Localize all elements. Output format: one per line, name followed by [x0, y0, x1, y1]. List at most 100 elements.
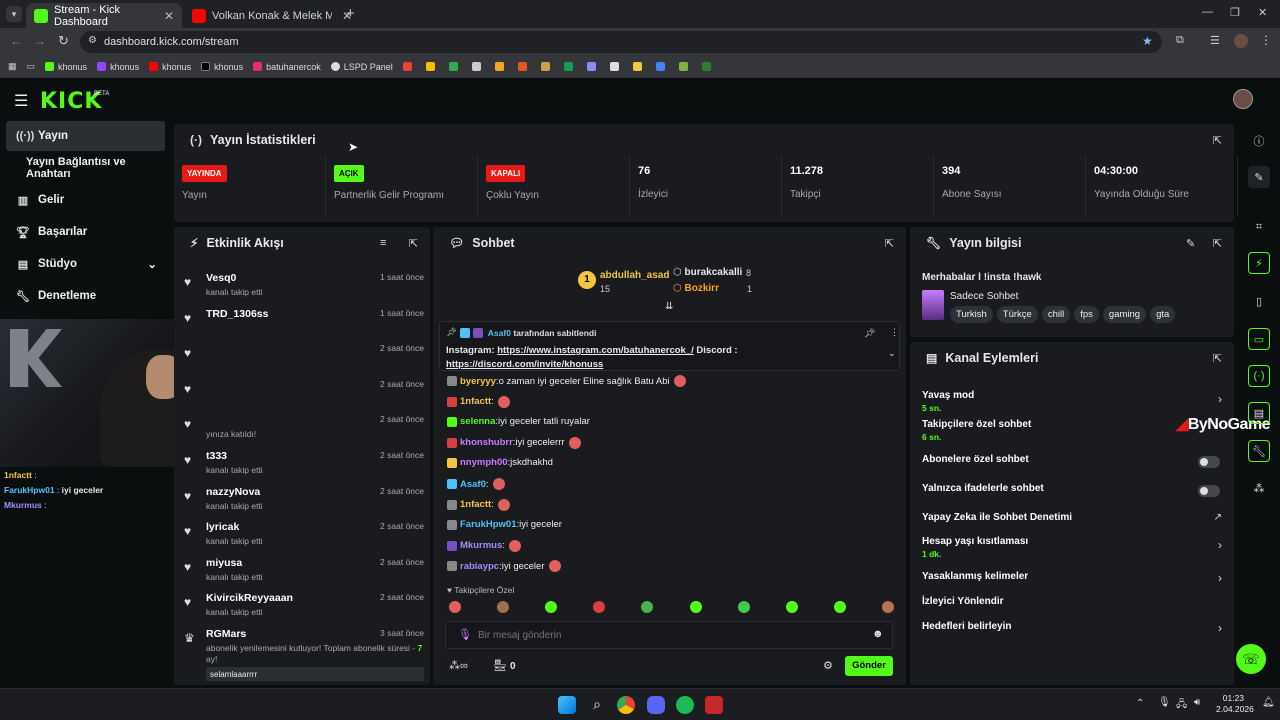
- tray-chevron-icon[interactable]: ⌃: [1136, 698, 1144, 709]
- bookmark-twitch[interactable]: khonus: [97, 62, 139, 72]
- tag-chip[interactable]: chill: [1041, 306, 1071, 323]
- action-row[interactable]: Yasaklanmış kelimeler ›: [910, 571, 1234, 595]
- collapse-pinned-icon[interactable]: ⌄: [888, 348, 896, 359]
- emote-icon[interactable]: [833, 601, 846, 613]
- filter-icon[interactable]: ≡: [380, 237, 386, 249]
- bookmark-tool-icon[interactable]: [632, 62, 646, 71]
- chat-username[interactable]: khonshubrr: [460, 437, 513, 448]
- chat-username[interactable]: selenna: [460, 416, 495, 427]
- bookmark-tool-icon[interactable]: [701, 62, 715, 71]
- profile-avatar[interactable]: [1234, 34, 1248, 48]
- back-icon[interactable]: ←: [10, 34, 22, 48]
- activity-user[interactable]: KivircikReyyaaan: [206, 592, 293, 604]
- emote-icon[interactable]: [545, 601, 558, 613]
- tab-kick-dashboard[interactable]: Stream - Kick Dashboard ✕: [26, 3, 182, 28]
- sidebar-item-stream-key[interactable]: Yayın Bağlantısı ve Anahtarı: [6, 153, 165, 183]
- url-input[interactable]: dashboard.kick.com/stream: [80, 31, 1162, 53]
- bookmark-sheets-icon[interactable]: [563, 62, 577, 71]
- chat-username[interactable]: byeryyy: [460, 376, 496, 387]
- chat-icon[interactable]: ▭: [1248, 328, 1270, 350]
- sidebar-item-studyo[interactable]: ▤ Stüdyo ⌄: [6, 249, 165, 279]
- store-icon[interactable]: 🏪︎: [493, 659, 507, 672]
- activity-user[interactable]: miyusa: [206, 557, 242, 569]
- activity-user[interactable]: Vesq0: [206, 272, 236, 284]
- volume-icon[interactable]: 🔊︎: [1194, 697, 1200, 708]
- maximize-button[interactable]: ❐: [1230, 6, 1240, 19]
- sidebar-item-basarilar[interactable]: 🏆︎ Başarılar: [6, 217, 165, 247]
- chat-username[interactable]: 1nfactt: [460, 499, 491, 510]
- bookmark-lspd[interactable]: LSPD Panel: [330, 62, 393, 72]
- action-row[interactable]: Hesap yaşı kısıtlaması 1 dk. ›: [910, 536, 1234, 560]
- screenshot-icon[interactable]: ⌗: [1248, 216, 1270, 238]
- tag-chip[interactable]: Türkçe: [996, 306, 1038, 323]
- bookmark-gmail-icon[interactable]: [448, 62, 462, 71]
- clock[interactable]: 01:23 2.04.2026: [1216, 693, 1254, 715]
- close-window-button[interactable]: ✕: [1258, 6, 1267, 19]
- document-icon[interactable]: ▯: [1248, 290, 1270, 312]
- action-row[interactable]: İzleyici Yönlendir: [910, 596, 1234, 620]
- action-row[interactable]: Yavaş mod 5 sn. ›: [910, 390, 1234, 414]
- chat-username[interactable]: Mkurmus: [460, 540, 502, 551]
- unpin-icon[interactable]: 📌︎: [864, 328, 875, 339]
- tag-chip[interactable]: gta: [1150, 306, 1176, 323]
- emote-icon[interactable]: [449, 601, 461, 613]
- reload-icon[interactable]: ↻: [58, 33, 69, 49]
- menu-icon[interactable]: ⋮: [1260, 33, 1272, 47]
- emote-icon[interactable]: [641, 601, 654, 613]
- bookmark-star-icon[interactable]: ★: [1142, 34, 1153, 48]
- discord-icon[interactable]: [647, 696, 665, 714]
- chat-username[interactable]: nnymph00: [460, 457, 508, 468]
- activity-user[interactable]: nazzyNova: [206, 486, 260, 498]
- sidebar-item-yayin[interactable]: ((·)) Yayın: [6, 121, 165, 151]
- emote-icon[interactable]: [785, 601, 798, 613]
- action-row[interactable]: Hedefleri belirleyin ›: [910, 621, 1234, 645]
- network-icon[interactable]: 🖧︎: [1176, 697, 1187, 714]
- popout-icon[interactable]: ⇱: [1213, 237, 1222, 250]
- popout-icon[interactable]: ⇱: [885, 237, 894, 250]
- popout-icon[interactable]: ⇱: [1213, 352, 1222, 365]
- bookmark-tool-icon[interactable]: [494, 62, 508, 71]
- broadcast-icon[interactable]: (·): [1248, 365, 1270, 387]
- actions-icon[interactable]: ▤: [1248, 402, 1270, 424]
- tab-list-icon[interactable]: ▾: [6, 6, 22, 22]
- folder-icon[interactable]: ▭: [27, 61, 36, 72]
- activity-user[interactable]: TRD_1306ss: [206, 308, 268, 320]
- activity-user[interactable]: lyricak: [206, 521, 239, 533]
- hamburger-menu-icon[interactable]: ☰: [14, 91, 28, 111]
- emote-icon[interactable]: [593, 601, 606, 613]
- more-icon[interactable]: ⋮: [890, 327, 899, 338]
- mic-icon[interactable]: 🎙︎: [1158, 697, 1171, 708]
- close-icon[interactable]: ✕: [164, 9, 174, 23]
- bookmark-tool-icon[interactable]: [540, 62, 554, 71]
- chat-username[interactable]: rabiaypc: [460, 561, 499, 572]
- support-icon[interactable]: ☏: [1236, 644, 1266, 674]
- wrench-icon[interactable]: 🔧︎: [1248, 440, 1270, 462]
- notifications-icon[interactable]: 🔔︎: [1262, 697, 1275, 708]
- chat-input-box[interactable]: 🎙︎ ☻: [445, 621, 893, 649]
- emoji-icon[interactable]: ☻: [872, 628, 884, 640]
- bookmark-tool-icon[interactable]: [586, 62, 600, 71]
- emote-icon[interactable]: [737, 601, 750, 613]
- send-button[interactable]: Gönder: [845, 656, 893, 676]
- bookmark-x[interactable]: khonus: [201, 62, 243, 72]
- windows-start-icon[interactable]: [558, 696, 576, 714]
- emote-icon[interactable]: [881, 601, 894, 613]
- bookmark-gmail-icon[interactable]: [425, 62, 439, 71]
- forward-icon[interactable]: →: [34, 34, 46, 48]
- chat-username[interactable]: Asaf0: [460, 479, 486, 490]
- extensions-icon[interactable]: ⧉: [1176, 34, 1184, 47]
- tag-chip[interactable]: gaming: [1102, 306, 1147, 323]
- apps-icon[interactable]: ▦: [8, 61, 17, 72]
- toggle-switch[interactable]: [1198, 456, 1220, 468]
- chat-username[interactable]: FarukHpw01: [460, 519, 517, 530]
- new-tab-button[interactable]: +: [346, 5, 355, 22]
- toggle-switch[interactable]: [1198, 485, 1220, 497]
- app-icon[interactable]: [705, 696, 723, 714]
- emote-icon[interactable]: [689, 601, 702, 613]
- emote-icon[interactable]: [497, 601, 510, 613]
- action-row[interactable]: Yalnızca ifadelerle sohbet: [910, 483, 1234, 507]
- bookmark-gmail-icon[interactable]: [402, 62, 416, 71]
- popout-icon[interactable]: ⇱: [409, 237, 418, 250]
- tag-chip[interactable]: fps: [1074, 306, 1099, 323]
- instagram-link[interactable]: https://www.instagram.com/batuhanercok_/: [497, 345, 694, 356]
